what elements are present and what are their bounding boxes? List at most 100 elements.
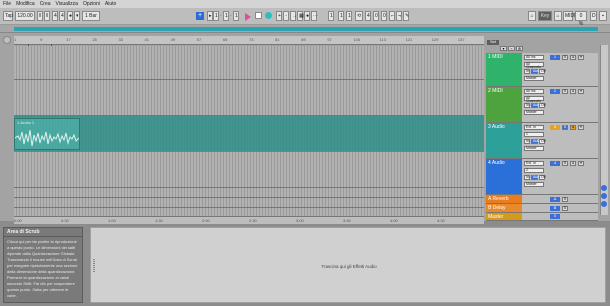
tempo-field[interactable]: 120.00 <box>15 11 35 21</box>
output-select[interactable]: Master <box>524 146 544 151</box>
solo-button[interactable]: S <box>562 197 568 202</box>
solo-button[interactable]: S <box>562 55 568 60</box>
track-name-4[interactable]: 4 Audio <box>486 159 522 194</box>
tap-tempo-button[interactable]: Tap <box>3 11 13 21</box>
punch-icon[interactable]: ⋯ <box>311 11 318 21</box>
track-lane-b-delay[interactable] <box>14 198 484 208</box>
track-header-3[interactable]: 3 Audio Ext. In 1 In Auto Off Master 3 S… <box>486 123 598 159</box>
quantize-menu-icon[interactable]: ▾ <box>74 11 80 21</box>
key-map-button[interactable]: Key <box>538 11 552 21</box>
loop-start-sixteenth[interactable]: 1 <box>346 11 352 21</box>
nudge-up-button[interactable]: ‖ <box>44 11 50 21</box>
input-channel-select[interactable]: 1 <box>524 132 544 137</box>
monitor-in[interactable]: In <box>524 69 530 74</box>
device-detail-view[interactable]: Trascina qui gli Effetti Audio <box>90 227 606 303</box>
position-sixteenth[interactable]: 1 <box>233 11 239 21</box>
arm-button[interactable]: ● <box>570 55 576 60</box>
solo-button[interactable]: S <box>562 161 568 166</box>
track-lane-3-audio[interactable]: 1-Audio 1 <box>14 116 484 152</box>
track-options-icon[interactable]: ▾ <box>578 89 584 94</box>
sends-toggle-icon[interactable]: ⊕ <box>516 46 523 51</box>
audio-clip[interactable]: 1-Audio 1 <box>14 118 80 150</box>
arm-button[interactable]: ● <box>570 161 576 166</box>
loop-length-beat[interactable]: 0 <box>373 11 379 21</box>
metronome-icon[interactable]: ● <box>67 11 73 21</box>
track-activator[interactable]: 4 <box>550 161 560 166</box>
track-name-1[interactable]: 1 MIDI <box>486 53 522 86</box>
monitor-in[interactable]: In <box>524 103 530 108</box>
track-lane-2-midi[interactable] <box>14 80 484 116</box>
midi-map-button[interactable]: MIDI <box>563 11 576 21</box>
midi-map-icon[interactable]: ⌂ <box>554 11 562 21</box>
input-channel-select[interactable]: 2 <box>524 168 544 173</box>
input-type-select[interactable]: All Ins <box>524 89 544 94</box>
monitor-in[interactable]: In <box>524 139 530 144</box>
monitor-in[interactable]: In <box>524 175 530 180</box>
track-name-master[interactable]: Master <box>486 213 522 220</box>
track-header-4[interactable]: 4 Audio Ext. In 2 In Auto Off Master 4 S… <box>486 159 598 195</box>
zoom-in-icon[interactable] <box>601 185 607 191</box>
track-options-icon[interactable]: ▾ <box>578 55 584 60</box>
track-header-master[interactable]: Master 0 <box>486 213 598 221</box>
loop-length-bar[interactable]: 4 <box>365 11 371 21</box>
input-type-select[interactable]: Ext. In <box>524 161 544 166</box>
io-toggle-icon[interactable]: ⌁ <box>508 46 515 51</box>
monitor-off[interactable]: Off <box>539 103 546 108</box>
track-header-reverb[interactable]: A Reverb A S <box>486 195 598 204</box>
monitor-off[interactable]: Off <box>539 175 546 180</box>
track-name-reverb[interactable]: A Reverb <box>486 195 522 203</box>
monitor-off[interactable]: Off <box>539 139 546 144</box>
arm-button[interactable]: ● <box>570 125 576 130</box>
key-map-icon[interactable]: ⌂ <box>528 11 536 21</box>
track-activator[interactable]: A <box>550 197 560 202</box>
monitor-auto[interactable]: Auto <box>531 175 540 180</box>
track-activator[interactable]: 0 <box>550 214 560 219</box>
output-select[interactable]: Master <box>524 110 544 115</box>
session-record-icon[interactable]: ● <box>304 11 310 21</box>
draw-mode-icon[interactable]: ✎ <box>403 11 409 21</box>
time-ruler[interactable]: 0:00 0:30 1:00 1:30 2:00 2:30 3:00 3:30 4:00 4:30 <box>14 216 484 224</box>
punch-out-icon[interactable]: ¬ <box>396 11 402 21</box>
track-options-icon[interactable]: ▾ <box>578 125 584 130</box>
beat-time-ruler[interactable]: 1 9 17 25 33 41 49 57 65 73 81 89 97 105 113 121 129 137 <box>14 36 484 45</box>
solo-button[interactable]: S <box>562 89 568 94</box>
loop-start-bar[interactable]: 1 <box>328 11 334 21</box>
monitor-auto[interactable]: Auto <box>531 69 540 74</box>
input-type-select[interactable]: Ext. In <box>524 125 544 130</box>
solo-button[interactable]: S <box>562 125 568 130</box>
quantize-select[interactable]: 1 Bar <box>82 11 100 21</box>
track-name-3[interactable]: 3 Audio <box>486 123 522 158</box>
arrangement-record-icon[interactable] <box>3 36 11 44</box>
input-channel-select[interactable]: All Channels <box>524 62 544 69</box>
play-icon[interactable] <box>245 13 251 21</box>
track-lanes[interactable]: 1-Audio 1 <box>14 46 484 221</box>
zoom-out-icon[interactable] <box>601 193 607 199</box>
overdub-icon[interactable]: + <box>276 11 282 21</box>
track-activator[interactable]: B <box>550 206 560 211</box>
punch-in-icon[interactable]: ⌐ <box>389 11 395 21</box>
arrangement-overview[interactable] <box>0 25 610 33</box>
solo-button[interactable]: S <box>562 206 568 211</box>
monitor-off[interactable]: Off <box>539 69 546 74</box>
track-activator[interactable]: 1 <box>550 55 560 60</box>
input-type-select[interactable]: All Ins <box>524 55 544 60</box>
menu-file[interactable]: File <box>3 1 11 7</box>
record-button[interactable] <box>265 12 272 19</box>
monitor-auto[interactable]: Auto <box>531 139 540 144</box>
loop-start-beat[interactable]: 1 <box>338 11 344 21</box>
re-enable-automation-icon[interactable]: → <box>290 11 297 21</box>
track-header-1[interactable]: 1 MIDI All Ins All Channels In Auto Off … <box>486 53 598 87</box>
track-header-delay[interactable]: B Delay B S <box>486 204 598 213</box>
arrangement-add-button[interactable]: + <box>196 12 204 20</box>
time-signature-denominator[interactable]: 4 <box>59 11 65 21</box>
loop-switch-icon[interactable]: ⟲ <box>355 11 363 21</box>
zoom-fit-icon[interactable] <box>601 201 607 207</box>
output-select[interactable]: Master <box>524 76 544 81</box>
overview-visible-region[interactable] <box>14 27 598 31</box>
track-name-2[interactable]: 2 MIDI <box>486 87 522 122</box>
automation-arm-icon[interactable]: ◦ <box>283 11 289 21</box>
monitor-auto[interactable]: Auto <box>531 103 540 108</box>
track-lane-1-midi[interactable] <box>14 46 484 80</box>
track-activator[interactable]: 2 <box>550 89 560 94</box>
track-lane-a-reverb[interactable] <box>14 188 484 198</box>
